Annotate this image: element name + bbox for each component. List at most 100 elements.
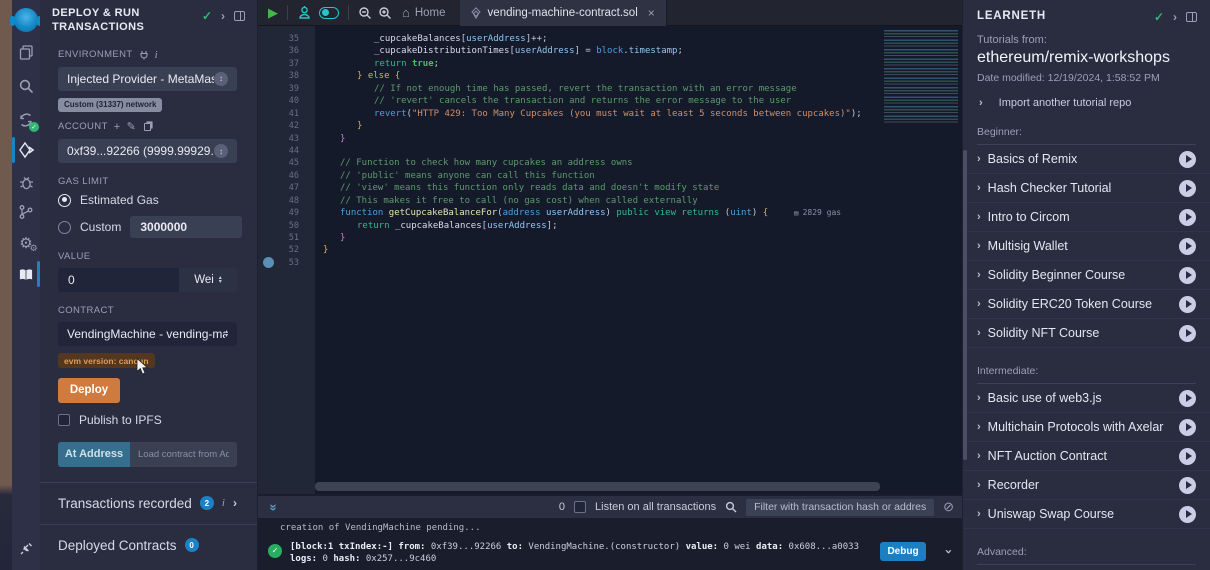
listen-all-checkbox[interactable] xyxy=(574,501,586,513)
panel-pin-icon[interactable] xyxy=(1186,12,1197,22)
panel-scrollbar[interactable] xyxy=(963,150,967,460)
code-line: 43} xyxy=(258,133,962,145)
remixai-assistant-icon[interactable] xyxy=(297,5,312,20)
tutorial-section-label: Intermediate: xyxy=(977,365,1196,384)
code-line: 45// Function to check how many cupcakes… xyxy=(258,157,962,169)
value-unit-select[interactable]: Wei ▴▾ xyxy=(179,268,237,292)
contract-select[interactable]: VendingMachine - vending-machin ▴▾ xyxy=(58,322,237,346)
environment-options-icon[interactable]: ↕ xyxy=(214,72,228,86)
info-icon[interactable]: i xyxy=(155,49,158,61)
tutorial-item[interactable]: ›Basic use of web3.js xyxy=(963,384,1210,413)
play-tutorial-icon[interactable] xyxy=(1179,325,1196,342)
tutorial-item[interactable]: ›Multichain Protocols with Axelar xyxy=(963,413,1210,442)
code-line: 51} xyxy=(258,232,962,244)
solidity-compiler-icon[interactable]: ✓ xyxy=(12,108,40,132)
home-tab[interactable]: ⌂ Home xyxy=(402,5,446,20)
value-input[interactable] xyxy=(58,268,179,292)
editor-tab-active[interactable]: vending-machine-contract.sol × xyxy=(460,0,667,26)
chevron-right-icon[interactable]: › xyxy=(233,496,237,510)
debugger-icon[interactable] xyxy=(12,170,40,194)
listen-all-label: Listen on all transactions xyxy=(595,501,716,513)
play-tutorial-icon[interactable] xyxy=(1179,448,1196,465)
play-tutorial-icon[interactable] xyxy=(1179,238,1196,255)
copy-account-icon[interactable] xyxy=(144,123,151,131)
environment-select[interactable]: Injected Provider - MetaMask ↕ xyxy=(58,67,237,91)
terminal[interactable]: creation of VendingMachine pending... ✓ … xyxy=(258,518,962,570)
play-tutorial-icon[interactable] xyxy=(1179,390,1196,407)
deploy-run-icon[interactable] xyxy=(12,138,40,162)
collapse-terminal-icon[interactable]: « xyxy=(265,501,280,513)
tutorial-item-label: Multisig Wallet xyxy=(988,239,1068,253)
chevron-right-icon: › xyxy=(977,479,981,491)
import-repo-link[interactable]: › Import another tutorial repo xyxy=(977,97,1196,109)
terminal-filter-input[interactable] xyxy=(746,499,934,516)
panel-collapse-icon[interactable]: › xyxy=(1173,10,1177,24)
publish-ipfs-checkbox[interactable] xyxy=(58,414,70,426)
zoom-out-icon[interactable] xyxy=(358,6,372,20)
custom-gas-input[interactable] xyxy=(130,216,242,238)
zoom-in-icon[interactable] xyxy=(378,6,392,20)
copilot-toggle[interactable] xyxy=(319,7,339,19)
tutorial-item[interactable]: ›All about Proxy Contracts xyxy=(963,565,1210,570)
success-check-icon: ✓ xyxy=(268,544,282,558)
debug-button[interactable]: Debug xyxy=(880,542,926,561)
source-control-icon[interactable] xyxy=(12,200,40,224)
tutorial-item[interactable]: ›Uniswap Swap Course xyxy=(963,500,1210,529)
unit-stepper-icon[interactable]: ▴▾ xyxy=(219,276,222,285)
deployed-contracts-row[interactable]: Deployed Contracts 0 xyxy=(58,525,237,566)
tutorial-item[interactable]: ›Basics of Remix xyxy=(963,145,1210,174)
terminal-tx-log[interactable]: ✓ [block:1 txIndex:-] from: 0xf39...9226… xyxy=(258,542,962,565)
info-icon[interactable]: i xyxy=(222,497,225,509)
close-tab-icon[interactable]: × xyxy=(648,6,655,20)
panel-pin-icon[interactable] xyxy=(234,11,245,21)
play-tutorial-icon[interactable] xyxy=(1179,477,1196,494)
transactions-recorded-row[interactable]: Transactions recorded 2 i › xyxy=(58,483,237,524)
search-icon[interactable] xyxy=(12,74,40,98)
tutorial-item[interactable]: ›Hash Checker Tutorial xyxy=(963,174,1210,203)
deploy-button[interactable]: Deploy xyxy=(58,378,120,403)
run-script-icon[interactable]: ▶ xyxy=(268,5,278,21)
network-badge: Custom (31337) network xyxy=(58,98,162,112)
tutorial-section-label: Advanced: xyxy=(977,546,1196,565)
account-options-icon[interactable]: ↕ xyxy=(214,144,228,158)
play-tutorial-icon[interactable] xyxy=(1179,267,1196,284)
tutorial-item[interactable]: ›Solidity ERC20 Token Course xyxy=(963,290,1210,319)
estimated-gas-radio[interactable] xyxy=(58,194,71,207)
chevron-right-icon: › xyxy=(977,153,981,165)
tutorial-item[interactable]: ›Intro to Circom xyxy=(963,203,1210,232)
at-address-input[interactable] xyxy=(130,442,237,467)
play-tutorial-icon[interactable] xyxy=(1179,151,1196,168)
expand-log-icon[interactable]: › xyxy=(941,548,956,556)
code-editor[interactable]: 35_cupcakeBalances[userAddress]++;36_cup… xyxy=(258,26,962,494)
play-tutorial-icon[interactable] xyxy=(1179,180,1196,197)
horizontal-scrollbar[interactable] xyxy=(315,482,880,491)
file-explorer-icon[interactable] xyxy=(12,40,40,64)
play-tutorial-icon[interactable] xyxy=(1179,506,1196,523)
contract-stepper-icon[interactable]: ▴▾ xyxy=(225,330,228,339)
edit-account-icon[interactable]: ✎ xyxy=(127,120,137,133)
play-tutorial-icon[interactable] xyxy=(1179,296,1196,313)
settings-icon[interactable]: ⚙⚙ xyxy=(12,231,40,255)
tutorial-item[interactable]: ›Solidity Beginner Course xyxy=(963,261,1210,290)
tutorial-item[interactable]: ›Multisig Wallet xyxy=(963,232,1210,261)
play-tutorial-icon[interactable] xyxy=(1179,419,1196,436)
breakpoint-dot[interactable] xyxy=(263,257,274,268)
tutorial-list: Beginner:›Basics of Remix›Hash Checker T… xyxy=(963,126,1210,570)
at-address-button[interactable]: At Address xyxy=(58,442,130,467)
clear-console-icon[interactable]: ⊘ xyxy=(943,499,954,515)
account-select[interactable]: 0xf39...92266 (9999.99929... ↕ xyxy=(58,139,237,163)
value-label: VALUE xyxy=(58,251,90,262)
tutorial-item[interactable]: ›Recorder xyxy=(963,471,1210,500)
add-account-icon[interactable]: + xyxy=(114,121,121,133)
remix-logo[interactable] xyxy=(12,8,40,32)
code-line: 39// If not enough time has passed, reve… xyxy=(258,83,962,95)
tutorial-item[interactable]: ›Solidity NFT Course xyxy=(963,319,1210,348)
learneth-panel: LEARNETH ✓ › Tutorials from: ethereum/re… xyxy=(962,0,1210,570)
plugin-connector-icon[interactable] xyxy=(12,536,40,560)
learneth-plugin-icon[interactable] xyxy=(12,263,40,287)
panel-collapse-icon[interactable]: › xyxy=(221,9,225,23)
minimap[interactable] xyxy=(884,30,958,124)
tutorial-item[interactable]: ›NFT Auction Contract xyxy=(963,442,1210,471)
play-tutorial-icon[interactable] xyxy=(1179,209,1196,226)
custom-gas-radio[interactable] xyxy=(58,221,71,234)
